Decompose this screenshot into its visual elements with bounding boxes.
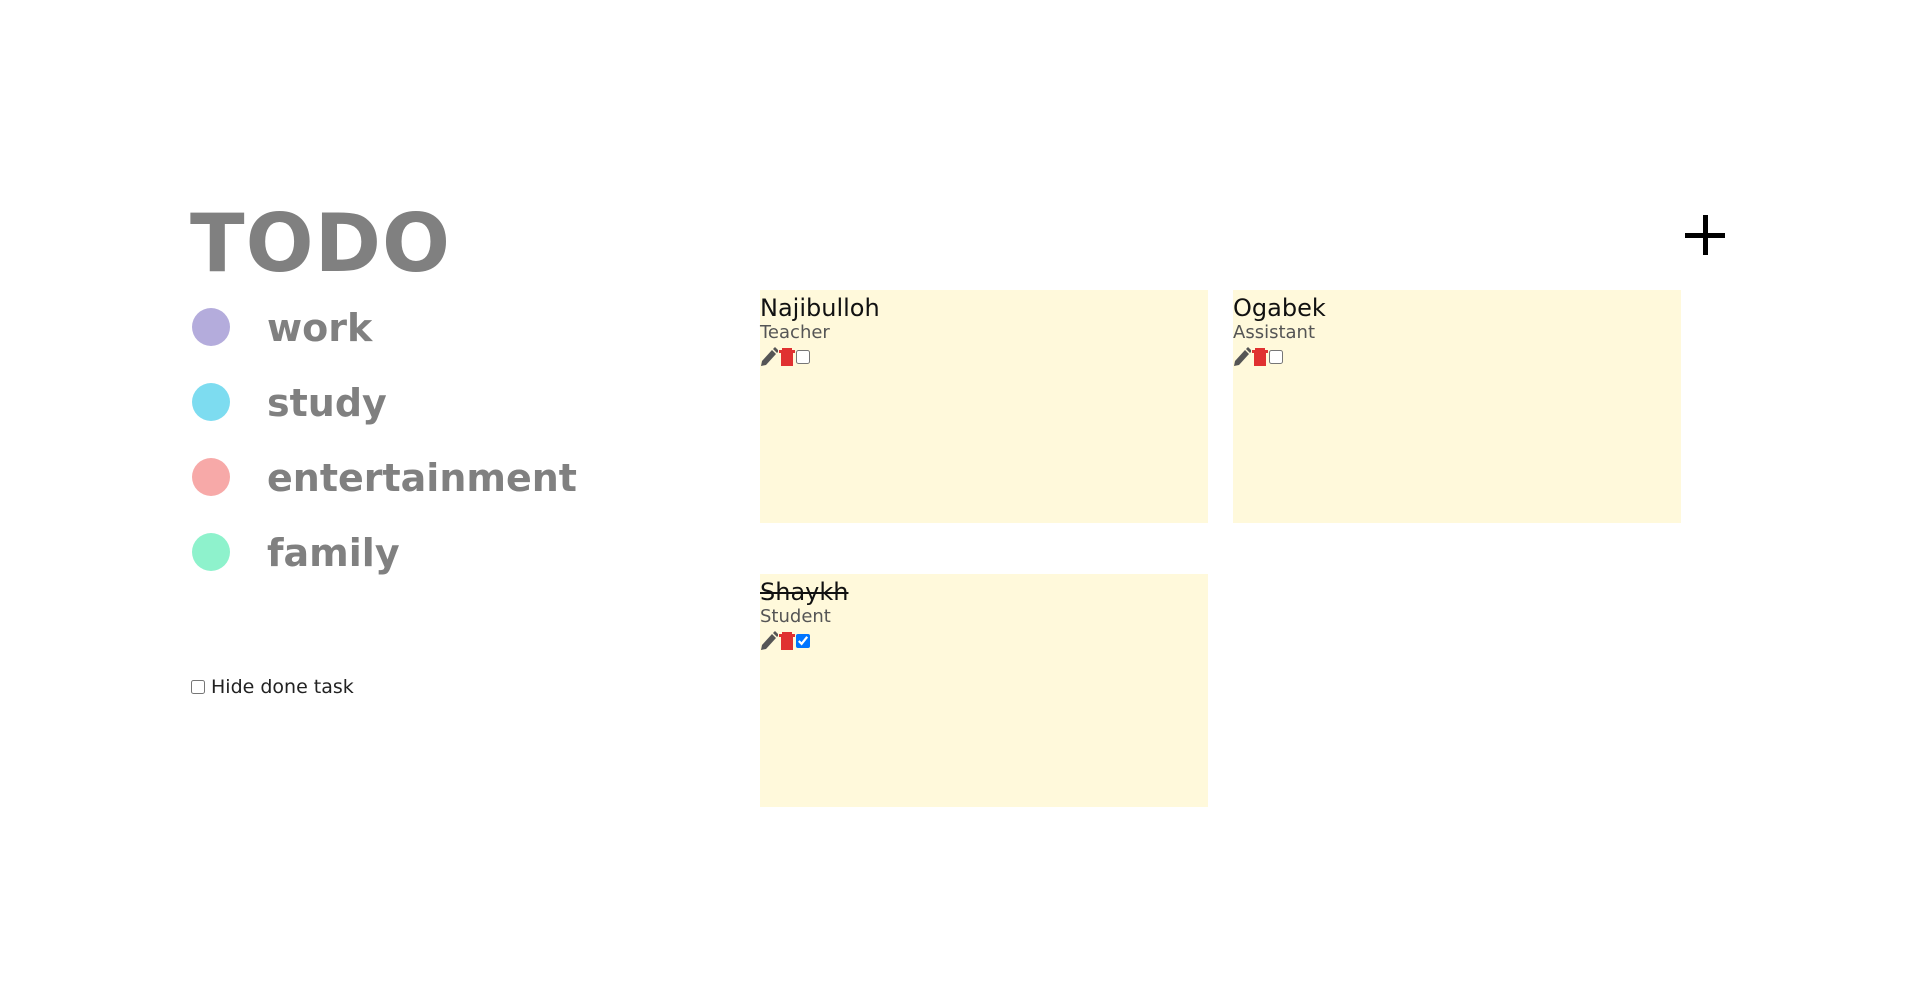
category-color-dot [192,458,230,496]
hide-done-checkbox[interactable] [191,680,205,694]
category-color-dot [192,533,230,571]
task-name: Shaykh [760,578,849,606]
category-label: entertainment [267,456,577,500]
task-done-checkbox[interactable] [796,634,810,648]
category-label: family [267,531,400,575]
task-actions [760,630,810,652]
trash-icon[interactable] [778,631,796,651]
add-task-button[interactable] [1682,212,1728,258]
trash-icon[interactable] [778,347,796,367]
task-card: Shaykh Student [760,574,1208,807]
todo-app: TODO work study entertainment family Hid… [0,0,1919,990]
task-name: Ogabek [1233,294,1326,322]
pencil-icon[interactable] [760,631,779,651]
category-color-dot [192,308,230,346]
pencil-icon[interactable] [1233,347,1252,367]
task-role: Teacher [760,322,830,343]
task-name: Najibulloh [760,294,880,322]
task-card: Ogabek Assistant [1233,290,1681,523]
pencil-icon[interactable] [760,347,779,367]
category-label: study [267,381,387,425]
category-label: work [267,306,373,350]
task-actions [1233,346,1283,368]
hide-done-label: Hide done task [211,676,354,698]
page-title: TODO [190,197,451,290]
task-role: Assistant [1233,322,1316,343]
category-color-dot [192,383,230,421]
task-done-checkbox[interactable] [1269,350,1283,364]
task-actions [760,346,810,368]
task-card: Najibulloh Teacher [760,290,1208,523]
hide-done-toggle[interactable]: Hide done task [191,676,354,698]
trash-icon[interactable] [1251,347,1269,367]
task-done-checkbox[interactable] [796,350,810,364]
plus-icon-vertical [1703,215,1708,255]
task-role: Student [760,606,831,627]
